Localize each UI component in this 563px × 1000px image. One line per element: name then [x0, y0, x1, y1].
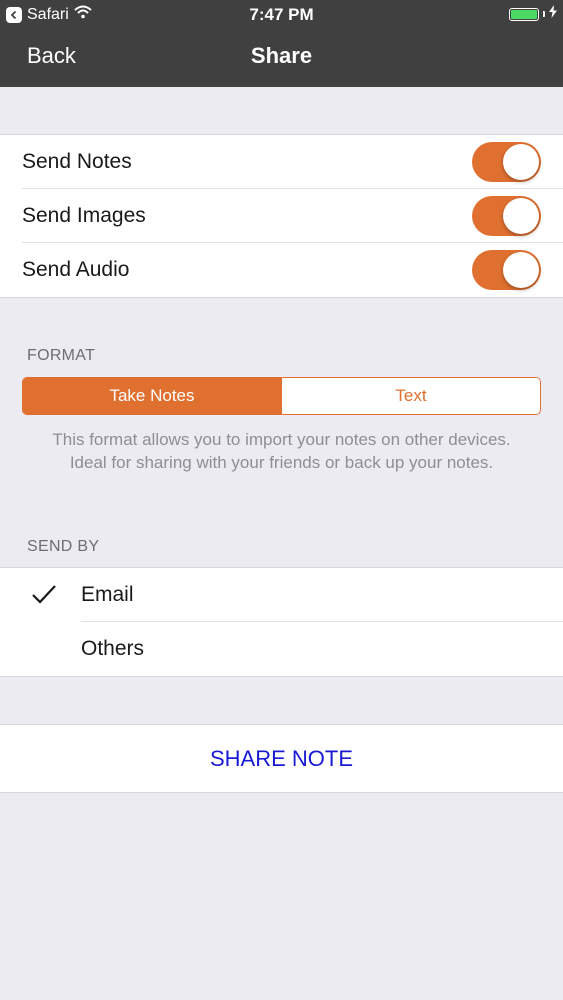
send-audio-toggle[interactable] — [472, 250, 541, 290]
format-description-line-2: Ideal for sharing with your friends or b… — [69, 453, 494, 472]
format-option-take-notes[interactable]: Take Notes — [23, 378, 281, 414]
send-by-label: Email — [81, 583, 134, 606]
checkmark-icon — [31, 582, 57, 608]
toggle-knob — [503, 144, 539, 180]
send-images-toggle[interactable] — [472, 196, 541, 236]
format-description: This format allows you to import your no… — [0, 428, 563, 474]
send-by-section-header: SEND BY — [27, 538, 100, 555]
status-time: 7:47 PM — [249, 5, 314, 24]
send-by-row-email[interactable]: Email — [0, 568, 563, 622]
toggle-label: Send Notes — [22, 150, 132, 173]
share-note-button[interactable]: SHARE NOTE — [0, 724, 563, 793]
format-segmented-control: Take Notes Text — [22, 377, 541, 415]
toggle-row-send-notes: Send Notes — [0, 135, 563, 189]
toggle-knob — [503, 252, 539, 288]
navigation-bar: Back Share — [0, 30, 563, 87]
battery-icon — [509, 7, 539, 21]
charging-bolt-icon — [549, 5, 557, 23]
send-by-label: Others — [81, 637, 145, 660]
format-section-header: FORMAT — [27, 347, 96, 364]
send-by-group: Email Others — [0, 567, 563, 677]
format-description-line-1: This format allows you to import your no… — [52, 430, 511, 449]
format-option-text[interactable]: Text — [281, 378, 540, 414]
send-by-row-others[interactable]: Others — [0, 622, 563, 676]
send-notes-toggle[interactable] — [472, 142, 541, 182]
toggle-row-send-images: Send Images — [0, 189, 563, 243]
toggle-label: Send Images — [22, 204, 146, 227]
battery-tip — [543, 11, 545, 17]
top-bar: Safari 7:47 PM Back Share — [0, 0, 563, 87]
page-title: Share — [250, 43, 313, 68]
toggle-label: Send Audio — [22, 258, 130, 281]
toggle-group: Send Notes Send Images Send Audio — [0, 134, 563, 298]
toggle-row-send-audio: Send Audio — [0, 243, 563, 297]
status-right — [509, 5, 557, 23]
toggle-knob — [503, 198, 539, 234]
status-bar: Safari 7:47 PM — [0, 0, 563, 28]
